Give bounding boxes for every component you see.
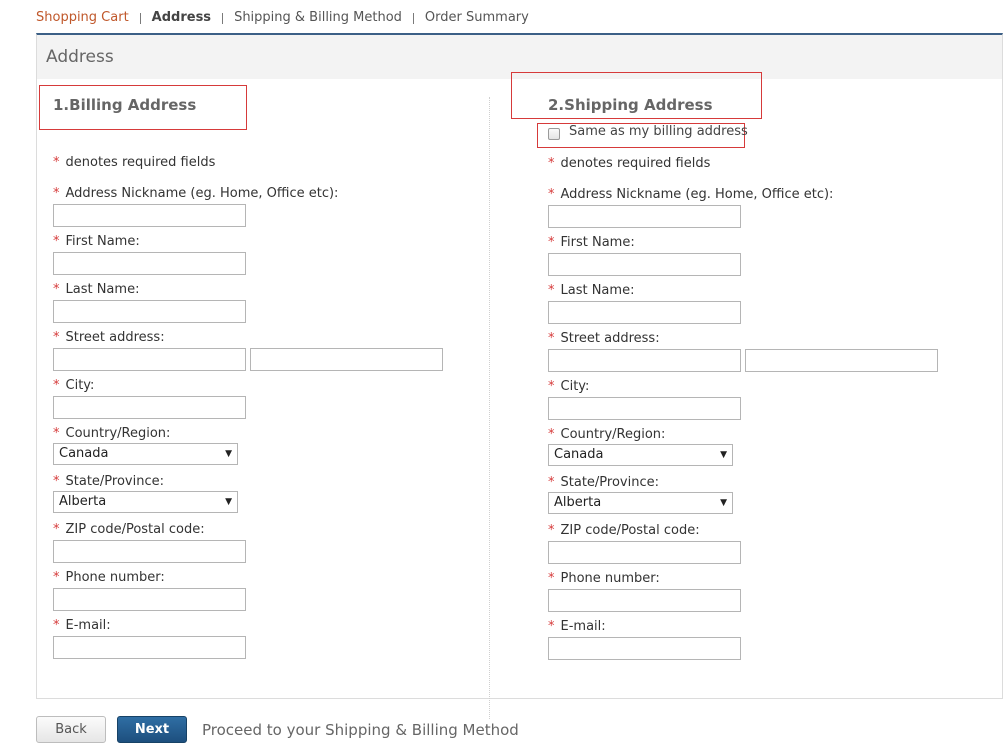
shipping-last-name-input[interactable] [548, 301, 741, 324]
billing-city-label: * City: [53, 378, 95, 393]
breadcrumb-order-summary: Order Summary [424, 10, 529, 25]
breadcrumb-separator [139, 12, 141, 24]
billing-email-label: * E-mail: [53, 618, 111, 633]
shipping-street-input-2[interactable] [745, 349, 938, 372]
billing-street-input-1[interactable] [53, 348, 246, 371]
shipping-last-name-label: * Last Name: [548, 283, 635, 298]
billing-title: 1.Billing Address [53, 96, 197, 114]
breadcrumb-separator [412, 12, 414, 24]
dropdown-arrow-icon: ▼ [225, 449, 232, 459]
billing-email-input[interactable] [53, 636, 246, 659]
proceed-hint: Proceed to your Shipping & Billing Metho… [202, 721, 519, 739]
shipping-nickname-label: * Address Nickname (eg. Home, Office etc)… [548, 187, 834, 202]
breadcrumb-address: Address [151, 10, 212, 25]
shipping-state-select[interactable]: Alberta ▼ [548, 492, 733, 514]
dropdown-arrow-icon: ▼ [720, 498, 727, 508]
shipping-street-input-1[interactable] [548, 349, 741, 372]
breadcrumb-separator [222, 12, 224, 24]
billing-nickname-input[interactable] [53, 204, 246, 227]
shipping-zip-input[interactable] [548, 541, 741, 564]
shipping-email-input[interactable] [548, 637, 741, 660]
shipping-nickname-input[interactable] [548, 205, 741, 228]
billing-last-name-input[interactable] [53, 300, 246, 323]
billing-state-select[interactable]: Alberta ▼ [53, 491, 238, 513]
billing-state-value: Alberta [59, 494, 107, 509]
shipping-phone-input[interactable] [548, 589, 741, 612]
shipping-zip-label: * ZIP code/Postal code: [548, 523, 700, 538]
back-button[interactable]: Back [36, 716, 106, 743]
billing-state-label: * State/Province: [53, 474, 164, 489]
billing-nickname-label: * Address Nickname (eg. Home, Office etc)… [53, 186, 339, 201]
next-button[interactable]: Next [117, 716, 187, 743]
shipping-title: 2.Shipping Address [548, 96, 713, 114]
shipping-city-label: * City: [548, 379, 590, 394]
shipping-state-value: Alberta [554, 495, 602, 510]
billing-country-label: * Country/Region: [53, 426, 171, 441]
billing-street-label: * Street address: [53, 330, 165, 345]
shipping-country-label: * Country/Region: [548, 427, 666, 442]
billing-zip-label: * ZIP code/Postal code: [53, 522, 205, 537]
billing-city-input[interactable] [53, 396, 246, 419]
breadcrumb: Shopping Cart Address Shipping & Billing… [36, 10, 529, 26]
shipping-street-label: * Street address: [548, 331, 660, 346]
column-divider [489, 97, 490, 719]
billing-first-name-input[interactable] [53, 252, 246, 275]
billing-last-name-label: * Last Name: [53, 282, 140, 297]
billing-country-value: Canada [59, 446, 109, 461]
billing-street-input-2[interactable] [250, 348, 443, 371]
shipping-first-name-label: * First Name: [548, 235, 635, 250]
shipping-email-label: * E-mail: [548, 619, 606, 634]
billing-zip-input[interactable] [53, 540, 246, 563]
same-as-billing-checkbox[interactable] [548, 128, 560, 140]
shipping-city-input[interactable] [548, 397, 741, 420]
billing-phone-label: * Phone number: [53, 570, 165, 585]
shipping-first-name-input[interactable] [548, 253, 741, 276]
billing-first-name-label: * First Name: [53, 234, 140, 249]
billing-required-note: * denotes required fields [53, 155, 216, 170]
shipping-country-value: Canada [554, 447, 604, 462]
billing-country-select[interactable]: Canada ▼ [53, 443, 238, 465]
same-as-billing-label[interactable]: Same as my billing address [569, 124, 748, 139]
dropdown-arrow-icon: ▼ [225, 497, 232, 507]
dropdown-arrow-icon: ▼ [720, 450, 727, 460]
shipping-required-note: * denotes required fields [548, 156, 711, 171]
breadcrumb-shopping-cart[interactable]: Shopping Cart [36, 10, 129, 26]
shipping-country-select[interactable]: Canada ▼ [548, 444, 733, 466]
breadcrumb-shipping-billing-method: Shipping & Billing Method [234, 10, 402, 25]
billing-phone-input[interactable] [53, 588, 246, 611]
shipping-state-label: * State/Province: [548, 475, 659, 490]
shipping-phone-label: * Phone number: [548, 571, 660, 586]
